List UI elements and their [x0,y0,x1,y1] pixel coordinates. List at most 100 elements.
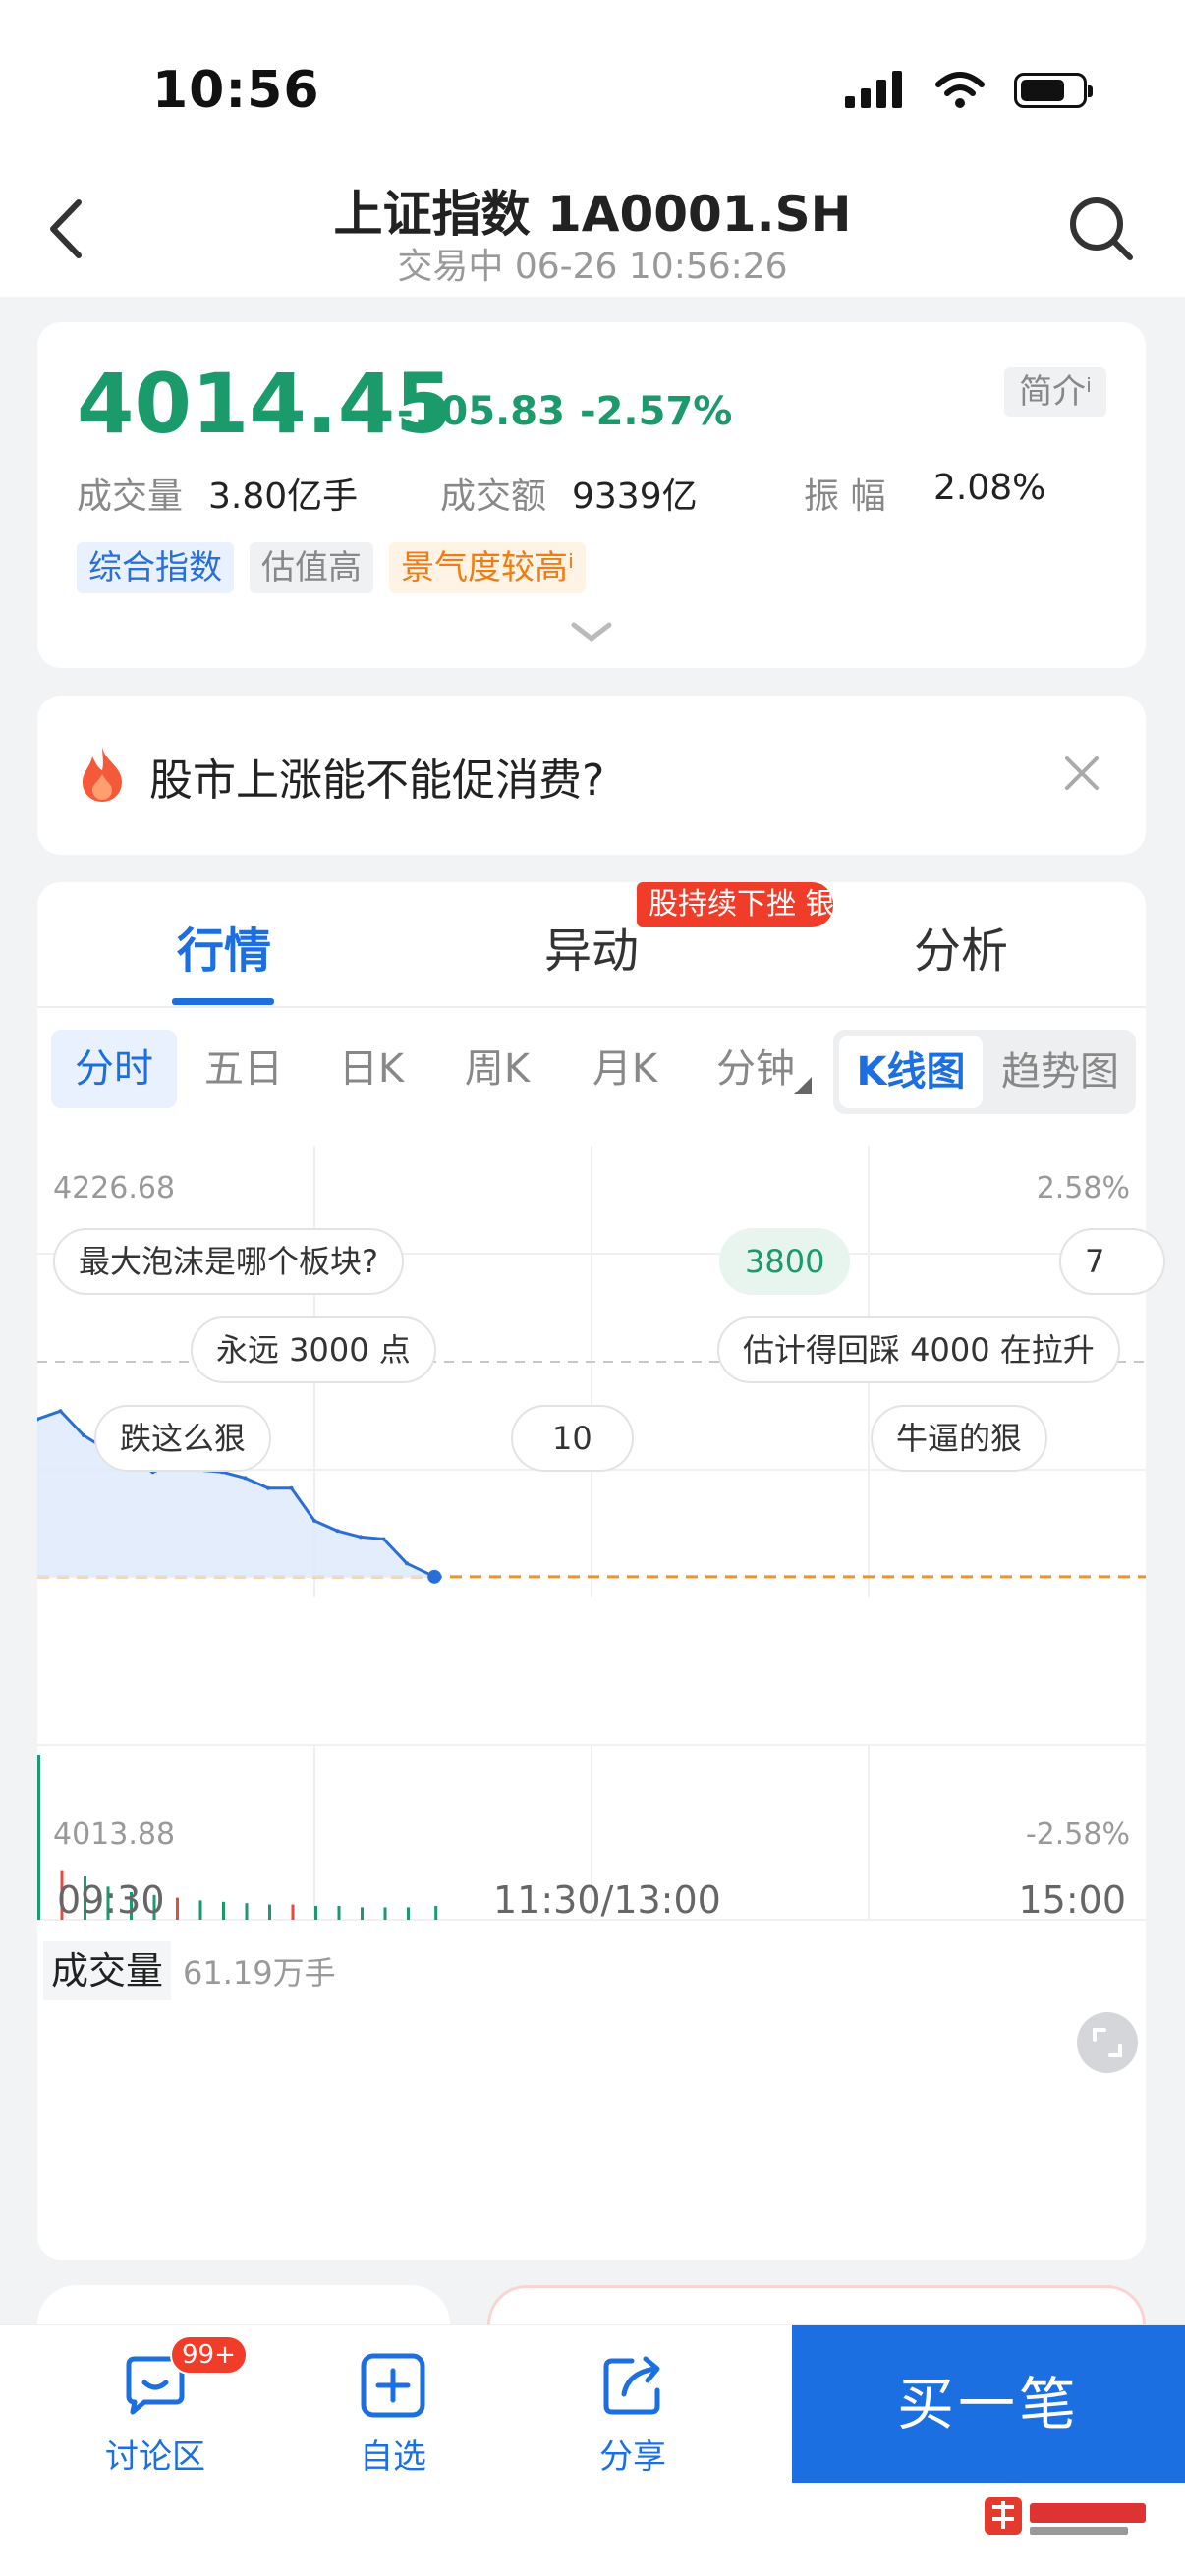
volume-bar [176,1897,179,1920]
amount-value: 9339亿 [572,476,698,517]
fullscreen-button[interactable] [1077,2012,1138,2073]
comment-bubble[interactable]: 10 [511,1405,634,1472]
volume-section-value: 61.19万手 [183,1954,336,1991]
wifi-icon [935,72,985,108]
add-watchlist-icon [359,2351,427,2420]
status-icons [845,71,1093,110]
expand-icon [1093,2028,1122,2057]
price-point [312,1518,316,1523]
stats-row: 成交量 3.80亿手 成交额 9339亿 振 幅 2.08% [77,468,1118,517]
status-time: 10:56 [152,61,320,120]
topic-banner[interactable]: 股市上涨能不能促消费? [37,696,1146,855]
comment-bubble[interactable]: 估计得回踩 4000 在拉升 [717,1316,1120,1383]
volume-bar [407,1907,410,1920]
tab-anomaly[interactable]: 异动 [544,912,639,980]
watchlist-button[interactable]: 自选 [314,2351,472,2478]
comment-bubble[interactable]: 跌这么狠 [94,1405,272,1472]
time-label-midday: 11:30/13:00 [493,1878,721,1922]
comment-bubble[interactable]: 牛逼的狠 [871,1405,1048,1472]
share-icon [598,2351,667,2420]
tag-prosperity[interactable]: 景气度较高ⁱ [389,542,587,593]
period-minute-label: 分钟 [716,1046,795,1092]
amplitude-value: 2.08% [933,468,1046,508]
volume-bar [245,1903,249,1920]
tab-analysis[interactable]: 分析 [914,912,1008,980]
volume-bar [383,1907,387,1920]
intro-button[interactable]: 简介ⁱ [1004,367,1106,417]
share-button[interactable]: 分享 [554,2351,711,2478]
volume-section-label: 成交量 [43,1941,172,2000]
chart-card: 行情 异动 股持续下挫 银 分析 分时 五日 日K 周K 月K 分钟 K线图 趋… [37,882,1166,2260]
volume-bar [198,1900,202,1920]
status-bar: 10:56 [0,0,1185,157]
kline-view-button[interactable]: K线图 [839,1036,983,1108]
period-weekly-k[interactable]: 周K [438,1030,556,1108]
battery-icon [1014,73,1093,108]
quote-card: 4014.45 -105.83 -2.57% 简介ⁱ 成交量 3.80亿手 成交… [37,322,1146,668]
volume-value: 3.80亿手 [208,476,359,517]
tab-market[interactable]: 行情 [177,912,271,980]
time-label-close: 15:00 [1018,1878,1126,1922]
page-title: 上证指数 1A0001.SH [333,186,852,243]
discuss-label: 讨论区 [105,2437,205,2477]
price-point [335,1529,340,1534]
volume-label: 成交量 [77,476,184,517]
tag-composite-index[interactable]: 综合指数 [77,542,234,593]
volume-bar [37,1755,40,1920]
signal-icon [845,71,902,108]
close-icon[interactable] [1057,749,1106,798]
tag-valuation[interactable]: 估值高 [250,542,373,593]
price-point [266,1485,270,1490]
amplitude-label: 振 幅 [804,476,886,517]
tab-indicator [172,998,274,1005]
search-icon[interactable] [1067,195,1136,263]
period-5day[interactable]: 五日 [185,1030,303,1108]
volume-bar [361,1907,364,1920]
trading-status: 交易中 06-26 10:56:26 [397,247,788,287]
period-daily-k[interactable]: 日K [312,1030,430,1108]
period-selector: 分时 五日 日K 周K 月K 分钟 K线图 趋势图 [37,1030,1146,1114]
comment-bubble[interactable]: 永远 3000 点 [191,1316,436,1383]
period-minute[interactable]: 分钟 [692,1030,819,1108]
price-point [289,1485,294,1490]
watermark-logo-icon [985,2497,1146,2535]
fire-icon [83,747,122,802]
price-point [381,1537,386,1541]
watchlist-label: 自选 [360,2437,426,2477]
anomaly-badge: 股持续下挫 银 [637,882,833,927]
price-point [243,1476,248,1481]
header: 上证指数 1A0001.SH 交易中 06-26 10:56:26 [0,157,1185,297]
price-point [405,1561,409,1566]
comment-bubble[interactable]: 3800 [719,1228,851,1295]
price-change: -105.83 [397,389,565,434]
y-high-label: 4226.68 [53,1171,176,1205]
volume-bar [291,1904,295,1920]
tag-list: 综合指数 估值高 景气度较高ⁱ [77,542,587,593]
chevron-down-icon[interactable] [568,617,615,646]
time-label-open: 09:30 [57,1878,165,1922]
tab-bar: 行情 异动 股持续下挫 银 分析 [37,882,1146,1008]
price-change-pct: -2.57% [580,389,733,434]
buy-button[interactable]: 买一笔 [792,2325,1185,2483]
pct-low-label: -2.58% [1025,1818,1130,1852]
topic-text: 股市上涨能不能促消费? [149,756,605,806]
volume-bar [268,1904,271,1920]
price-point [58,1409,63,1414]
price-point [82,1433,85,1438]
volume-bar [222,1901,225,1920]
share-label: 分享 [599,2437,666,2477]
chat-icon: 99+ [121,2335,248,2420]
period-intraday[interactable]: 分时 [51,1030,177,1108]
discuss-button[interactable]: 99+ 讨论区 [77,2335,248,2478]
intraday-chart[interactable] [37,1146,1146,2260]
volume-bar [314,1906,317,1920]
comment-bubble[interactable]: 7 [1059,1228,1166,1295]
volume-bar [337,1906,341,1920]
y-low-label: 4013.88 [53,1818,176,1852]
volume-bar [434,1906,438,1920]
view-toggle: K线图 趋势图 [833,1030,1136,1114]
period-monthly-k[interactable]: 月K [566,1030,684,1108]
comment-bubble[interactable]: 最大泡沫是哪个板块? [53,1228,404,1295]
trend-view-button[interactable]: 趋势图 [988,1036,1132,1108]
pct-high-label: 2.58% [1036,1171,1130,1205]
